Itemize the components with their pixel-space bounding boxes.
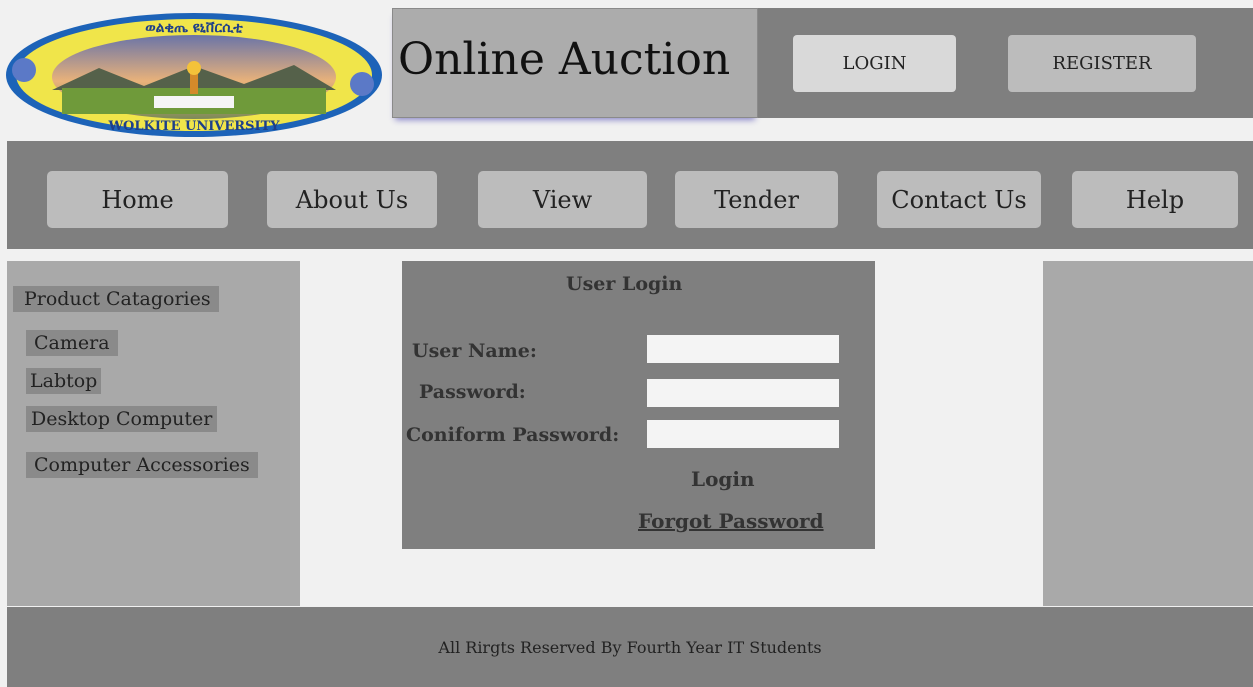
categories-heading: Product Catagories <box>13 286 219 312</box>
footer-text: All Rirgts Reserved By Fourth Year IT St… <box>438 637 822 657</box>
password-field[interactable] <box>647 379 839 407</box>
nav-about-us[interactable]: About Us <box>267 171 437 228</box>
nav-view[interactable]: View <box>478 171 647 228</box>
username-field[interactable] <box>647 335 839 363</box>
category-computer-accessories[interactable]: Computer Accessories <box>26 452 258 478</box>
category-camera[interactable]: Camera <box>26 330 118 356</box>
university-logo: ወልቂጤ ዩኒቨርሲቲ WOLKITE UNIVERSITY <box>6 13 382 137</box>
nav-home[interactable]: Home <box>47 171 228 228</box>
right-emblem-icon <box>350 72 374 96</box>
forgot-password-link[interactable]: Forgot Password <box>638 509 824 533</box>
left-emblem-icon <box>12 58 36 82</box>
logo-top-text: ወልቂጤ ዩኒቨርሲቲ <box>145 20 243 36</box>
right-panel <box>1043 261 1253 606</box>
nav-tender[interactable]: Tender <box>675 171 838 228</box>
category-desktop-computer[interactable]: Desktop Computer <box>26 406 218 432</box>
login-button[interactable]: LOGIN <box>793 35 956 92</box>
category-sidebar <box>7 261 300 606</box>
login-heading: User Login <box>566 273 683 295</box>
password-label: Password: <box>419 381 526 403</box>
logo-bottom-text: WOLKITE UNIVERSITY <box>107 119 280 134</box>
nav-contact-us[interactable]: Contact Us <box>877 171 1041 228</box>
confirm-password-label: Coniform Password: <box>406 424 620 446</box>
nav-help[interactable]: Help <box>1072 171 1238 228</box>
username-label: User Name: <box>412 340 537 362</box>
login-submit-button[interactable]: Login <box>691 467 755 491</box>
confirm-password-field[interactable] <box>647 420 839 448</box>
register-button[interactable]: REGISTER <box>1008 35 1196 92</box>
category-labtop[interactable]: Labtop <box>26 368 102 394</box>
site-title: Online Auction <box>398 34 731 85</box>
footer: All Rirgts Reserved By Fourth Year IT St… <box>7 607 1253 687</box>
